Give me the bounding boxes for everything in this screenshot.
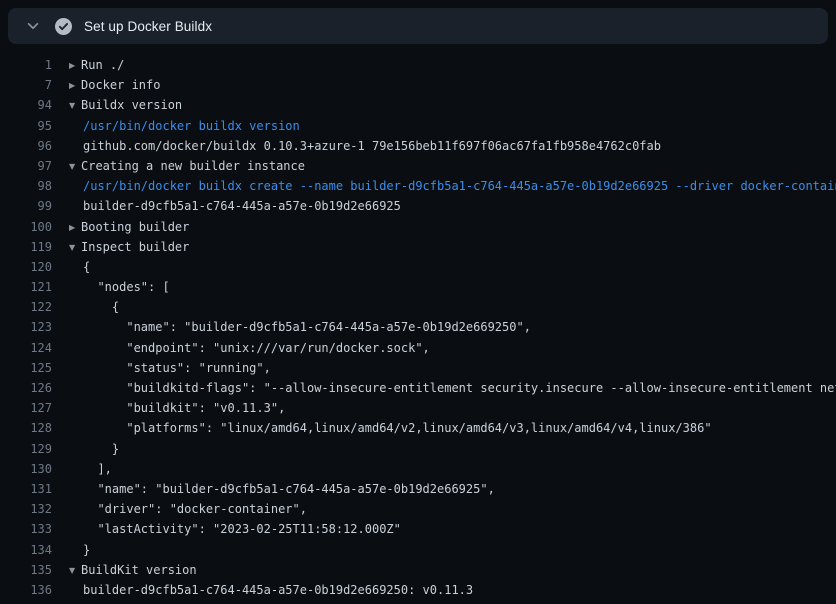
actions-log-viewer: Set up Docker Buildx 1▶Run ./7▶Docker in… bbox=[0, 0, 836, 604]
log-text: "status": "running", bbox=[83, 361, 271, 375]
log-row: 126 "buildkitd-flags": "--allow-insecure… bbox=[0, 378, 836, 398]
line-number[interactable]: 94 bbox=[0, 95, 52, 115]
log-text: "endpoint": "unix:///var/run/docker.sock… bbox=[83, 341, 430, 355]
log-row: 122 { bbox=[0, 297, 836, 317]
line-number[interactable]: 124 bbox=[0, 338, 52, 358]
group-title[interactable]: Creating a new builder instance bbox=[81, 159, 305, 173]
group-title[interactable]: Inspect builder bbox=[81, 240, 189, 254]
log-row: 97 ▼Creating a new builder instance bbox=[0, 156, 836, 176]
log-row: 132 "driver": "docker-container", bbox=[0, 499, 836, 519]
chevron-down-icon[interactable] bbox=[26, 19, 40, 33]
log-row: 94 ▼Buildx version bbox=[0, 95, 836, 115]
log-row: 131 "name": "builder-d9cfb5a1-c764-445a-… bbox=[0, 479, 836, 499]
log-text: { bbox=[83, 300, 119, 314]
log-row: 99 builder-d9cfb5a1-c764-445a-a57e-0b19d2… bbox=[0, 196, 836, 216]
group-caret-expanded-icon[interactable]: ▼ bbox=[69, 96, 81, 116]
log-row: 121 "nodes": [ bbox=[0, 277, 836, 297]
log-text: github.com/docker/buildx 0.10.3+azure-1 … bbox=[83, 139, 661, 153]
log-text: "driver": "docker-container", bbox=[83, 502, 307, 516]
line-number[interactable]: 135 bbox=[0, 560, 52, 580]
log-text: { bbox=[83, 260, 90, 274]
line-number[interactable]: 133 bbox=[0, 519, 52, 539]
log-row: 134} bbox=[0, 540, 836, 560]
line-number[interactable]: 132 bbox=[0, 499, 52, 519]
log-text: builder-d9cfb5a1-c764-445a-a57e-0b19d2e6… bbox=[83, 583, 473, 597]
line-number[interactable]: 129 bbox=[0, 439, 52, 459]
group-caret-collapsed-icon[interactable]: ▶ bbox=[69, 218, 81, 238]
group-title[interactable]: Booting builder bbox=[81, 220, 189, 234]
group-title[interactable]: Docker info bbox=[81, 78, 160, 92]
line-number[interactable]: 99 bbox=[0, 196, 52, 216]
line-number[interactable]: 100 bbox=[0, 217, 52, 237]
line-number[interactable]: 119 bbox=[0, 237, 52, 257]
line-number[interactable]: 1 bbox=[0, 55, 52, 75]
line-number[interactable]: 128 bbox=[0, 418, 52, 438]
group-caret-expanded-icon[interactable]: ▼ bbox=[69, 238, 81, 258]
log-row: 124 "endpoint": "unix:///var/run/docker.… bbox=[0, 338, 836, 358]
check-circle-icon bbox=[55, 18, 72, 35]
log-row: 120 { bbox=[0, 257, 836, 277]
line-number[interactable]: 123 bbox=[0, 317, 52, 337]
line-number[interactable]: 130 bbox=[0, 459, 52, 479]
step-header[interactable]: Set up Docker Buildx bbox=[8, 8, 828, 44]
log-row: 133 "lastActivity": "2023-02-25T11:58:12… bbox=[0, 519, 836, 539]
line-number[interactable]: 127 bbox=[0, 398, 52, 418]
group-caret-expanded-icon[interactable]: ▼ bbox=[69, 157, 81, 177]
line-number[interactable]: 97 bbox=[0, 156, 52, 176]
log-text: } bbox=[83, 442, 119, 456]
log-row: 125 "status": "running", bbox=[0, 358, 836, 378]
log-text: builder-d9cfb5a1-c764-445a-a57e-0b19d2e6… bbox=[83, 199, 401, 213]
line-number[interactable]: 131 bbox=[0, 479, 52, 499]
line-number[interactable]: 136 bbox=[0, 580, 52, 600]
log-row: 7 ▶Docker info bbox=[0, 75, 836, 95]
line-number[interactable]: 125 bbox=[0, 358, 52, 378]
log-text: "buildkitd-flags": "--allow-insecure-ent… bbox=[83, 381, 836, 395]
log-row: 123 "name": "builder-d9cfb5a1-c764-445a-… bbox=[0, 317, 836, 337]
log-text: } bbox=[83, 543, 90, 557]
log-row: 129 } bbox=[0, 439, 836, 459]
log-row: 96 github.com/docker/buildx 0.10.3+azure-… bbox=[0, 136, 836, 156]
line-number[interactable]: 98 bbox=[0, 176, 52, 196]
log-text: "platforms": "linux/amd64,linux/amd64/v2… bbox=[83, 421, 712, 435]
command-text: /usr/bin/docker buildx create --name bui… bbox=[83, 179, 836, 193]
group-title[interactable]: Run ./ bbox=[81, 58, 124, 72]
group-caret-collapsed-icon[interactable]: ▶ bbox=[69, 76, 81, 96]
line-number[interactable]: 126 bbox=[0, 378, 52, 398]
line-number[interactable]: 134 bbox=[0, 540, 52, 560]
log-lines: 1▶Run ./7▶Docker info94▼Buildx version95… bbox=[0, 44, 836, 604]
log-row: 130 ], bbox=[0, 459, 836, 479]
line-number[interactable]: 7 bbox=[0, 75, 52, 95]
line-number[interactable]: 121 bbox=[0, 277, 52, 297]
log-text: ], bbox=[83, 462, 112, 476]
line-number[interactable]: 120 bbox=[0, 257, 52, 277]
log-text: "nodes": [ bbox=[83, 280, 170, 294]
log-row: 127 "buildkit": "v0.11.3", bbox=[0, 398, 836, 418]
log-text: "name": "builder-d9cfb5a1-c764-445a-a57e… bbox=[83, 482, 495, 496]
group-caret-collapsed-icon[interactable]: ▶ bbox=[69, 56, 81, 76]
line-number[interactable]: 96 bbox=[0, 136, 52, 156]
group-title[interactable]: BuildKit version bbox=[81, 563, 197, 577]
line-number[interactable]: 122 bbox=[0, 297, 52, 317]
log-row: 100 ▶Booting builder bbox=[0, 217, 836, 237]
line-number[interactable]: 95 bbox=[0, 116, 52, 136]
log-text: "lastActivity": "2023-02-25T11:58:12.000… bbox=[83, 522, 401, 536]
log-row: 95/usr/bin/docker buildx version bbox=[0, 116, 836, 136]
log-row: 1 ▶Run ./ bbox=[0, 55, 836, 75]
group-title[interactable]: Buildx version bbox=[81, 98, 182, 112]
log-text: "buildkit": "v0.11.3", bbox=[83, 401, 285, 415]
log-text: "name": "builder-d9cfb5a1-c764-445a-a57e… bbox=[83, 320, 531, 334]
log-row: 135 ▼BuildKit version bbox=[0, 560, 836, 580]
step-title: Set up Docker Buildx bbox=[84, 19, 212, 34]
command-text: /usr/bin/docker buildx version bbox=[83, 119, 300, 133]
group-caret-expanded-icon[interactable]: ▼ bbox=[69, 561, 81, 581]
log-row: 136 builder-d9cfb5a1-c764-445a-a57e-0b19d… bbox=[0, 580, 836, 600]
log-row: 98/usr/bin/docker buildx create --name b… bbox=[0, 176, 836, 196]
log-row: 128 "platforms": "linux/amd64,linux/amd6… bbox=[0, 418, 836, 438]
log-row: 119 ▼Inspect builder bbox=[0, 237, 836, 257]
